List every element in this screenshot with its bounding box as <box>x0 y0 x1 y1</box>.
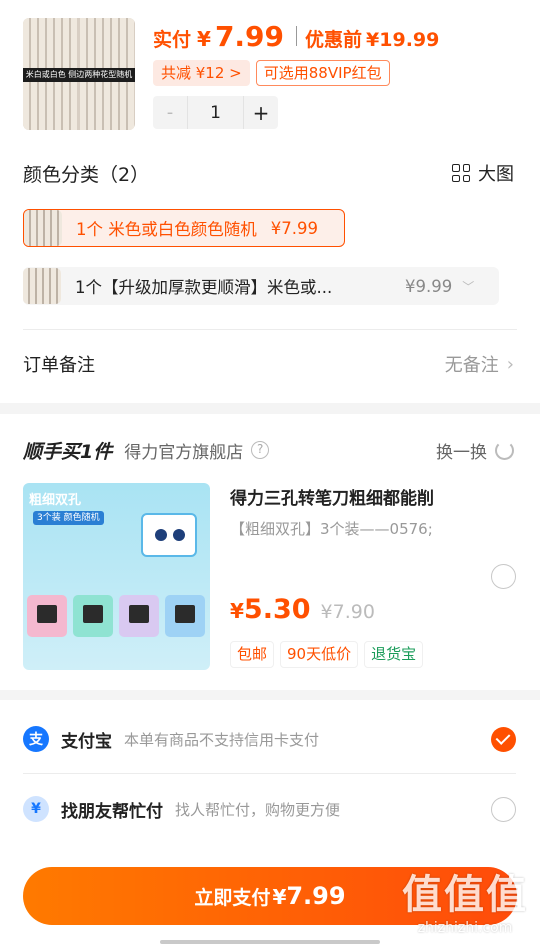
add-on-tags: 包邮 90天低价 退货宝 <box>230 641 424 668</box>
variant-option-selected[interactable]: 1个 米色或白色颜色随机 ¥7.99 <box>23 209 345 247</box>
variant-label: 1个 米色或白色颜色随机 <box>76 220 257 239</box>
refresh-icon <box>495 440 514 460</box>
add-on-product-image[interactable]: 粗细双孔 3个装 颜色随机 <box>23 483 210 670</box>
add-on-header: 顺手买1件 得力官方旗舰店 ? 换一换 <box>23 436 514 464</box>
home-indicator <box>160 940 380 944</box>
actual-price: 7.99 <box>214 20 285 53</box>
payment-method-name: 找朋友帮忙付 <box>61 801 163 822</box>
variant-option[interactable]: 1个【升级加厚款更顺滑】米色或... ¥9.99 ﹀ <box>23 267 499 305</box>
discount-detail-chip[interactable]: 共减 ¥12 > <box>153 60 250 86</box>
price-divider <box>296 26 298 46</box>
payment-method-friend[interactable]: ¥ 找朋友帮忙付 找人帮忙付，购物更方便 <box>23 793 516 825</box>
order-item-card: 米白或白色 侧边两种花型随机 实付 ¥ 7.99 优惠前 ¥19.99 共减 ¥… <box>0 0 540 403</box>
discount-chips: 共减 ¥12 > 可选用88VIP红包 <box>153 60 390 86</box>
payment-method-note: 本单有商品不支持信用卡支付 <box>124 730 320 749</box>
tag-return-insurance: 退货宝 <box>364 641 424 668</box>
price-label: 实付 <box>153 29 192 51</box>
help-icon[interactable]: ? <box>251 441 270 459</box>
divider <box>23 329 517 330</box>
quantity-value[interactable]: 1 <box>187 96 244 129</box>
add-on-card: 顺手买1件 得力官方旗舰店 ? 换一换 粗细双孔 3个装 颜色随机 得力三孔转笔… <box>0 414 540 690</box>
payment-method-name: 支付宝 <box>61 731 112 752</box>
selected-check-icon[interactable] <box>491 726 516 752</box>
add-on-price: ¥ 5.30 ¥7.90 <box>230 594 375 625</box>
variant-swatch <box>23 268 61 304</box>
pay-button-currency: ¥ <box>272 885 287 909</box>
big-view-button[interactable]: 大图 <box>452 160 514 186</box>
add-on-original-price: ¥7.90 <box>320 601 375 623</box>
swap-button[interactable]: 换一换 <box>436 438 514 463</box>
unselected-radio[interactable] <box>491 796 516 822</box>
add-on-product-spec: 【粗细双孔】3个装——0576; <box>230 520 433 538</box>
original-price-label: 优惠前 <box>305 29 363 51</box>
quantity-stepper: - 1 + <box>153 96 278 129</box>
pay-now-button[interactable]: 立即支付 ¥ 7.99 <box>23 867 517 925</box>
payment-card: 支 支付宝 本单有商品不支持信用卡支付 ¥ 找朋友帮忙付 找人帮忙付，购物更方便… <box>0 700 540 947</box>
image-tag: 粗细双孔 <box>29 493 82 508</box>
chevron-right-icon: › <box>506 353 514 375</box>
grid-icon <box>452 164 470 182</box>
pay-button-amount: 7.99 <box>286 882 346 910</box>
friend-pay-icon: ¥ <box>23 796 49 822</box>
swap-label: 换一换 <box>436 442 487 463</box>
tag-low-price: 90天低价 <box>280 641 359 668</box>
pay-button-label: 立即支付 <box>194 887 271 909</box>
original-price: ¥19.99 <box>366 29 440 51</box>
add-on-select-radio[interactable] <box>491 564 516 589</box>
memo-value: 无备注 <box>444 355 499 376</box>
tag-free-shipping: 包邮 <box>230 641 275 668</box>
vip-coupon-chip[interactable]: 可选用88VIP红包 <box>255 60 390 86</box>
add-on-title: 顺手买1件 <box>23 440 113 463</box>
shop-name: 得力官方旗舰店 <box>124 442 244 463</box>
product-thumbnail[interactable]: 米白或白色 侧边两种花型随机 <box>23 18 135 130</box>
decrease-button[interactable]: - <box>153 96 187 129</box>
alipay-icon: 支 <box>23 726 49 752</box>
add-on-product-name[interactable]: 得力三孔转笔刀粗细都能削 <box>230 484 434 509</box>
order-memo-row[interactable]: 订单备注 无备注 › <box>23 350 514 378</box>
variant-price: ¥9.99 <box>405 276 453 296</box>
add-on-currency: ¥ <box>230 599 244 623</box>
variant-price: ¥7.99 <box>270 218 318 238</box>
add-on-price-value: 5.30 <box>243 594 311 625</box>
increase-button[interactable]: + <box>244 96 278 129</box>
thumbnail-caption: 米白或白色 侧边两种花型随机 <box>23 68 135 82</box>
color-category-title: 颜色分类（2） <box>23 164 150 186</box>
payment-method-alipay[interactable]: 支 支付宝 本单有商品不支持信用卡支付 <box>23 723 516 755</box>
image-subtag: 3个装 颜色随机 <box>33 511 104 525</box>
chevron-down-icon: ﹀ <box>462 279 475 294</box>
variant-swatch <box>24 210 62 246</box>
memo-label: 订单备注 <box>23 355 95 376</box>
price-currency: ¥ <box>197 27 211 51</box>
payment-method-note: 找人帮忙付，购物更方便 <box>175 800 341 819</box>
big-view-label: 大图 <box>478 164 514 185</box>
divider <box>23 773 516 774</box>
variant-label: 1个【升级加厚款更顺滑】米色或... <box>75 278 333 297</box>
price-row: 实付 ¥ 7.99 优惠前 ¥19.99 <box>153 20 439 56</box>
